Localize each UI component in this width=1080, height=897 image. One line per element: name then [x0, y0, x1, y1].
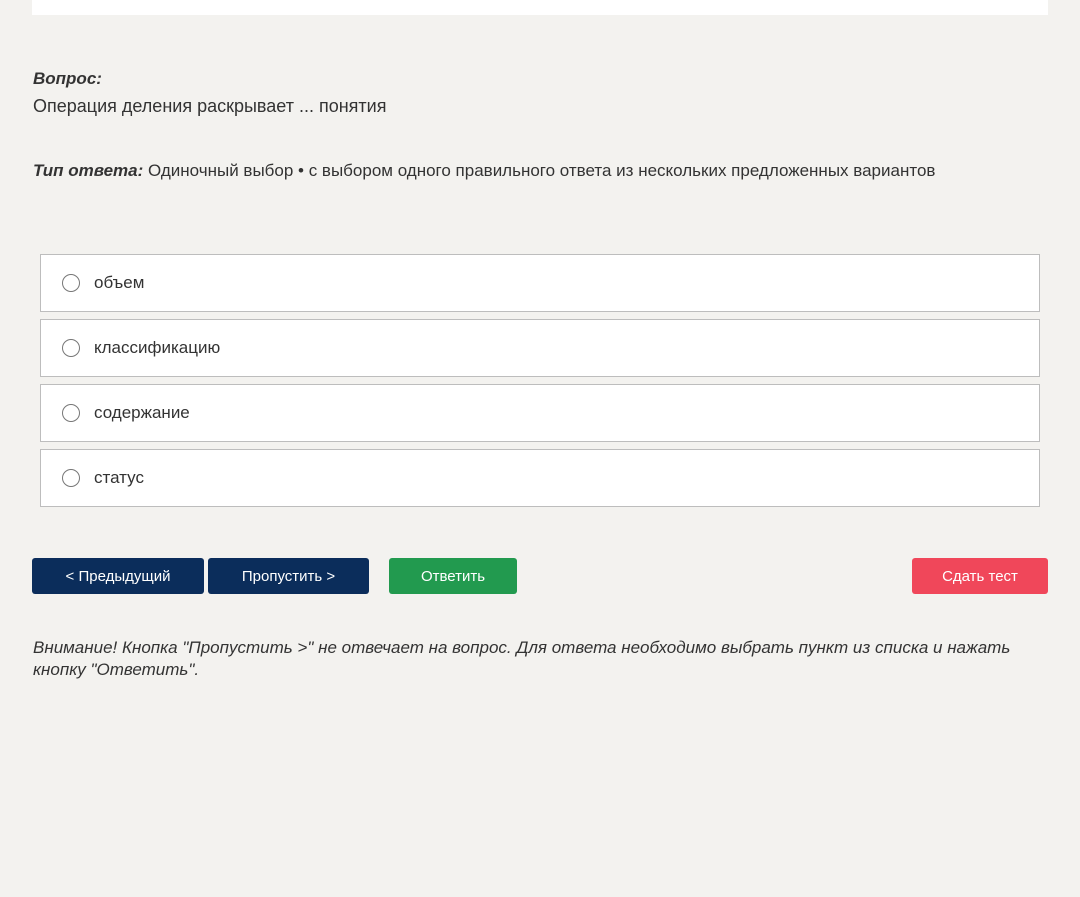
top-panel [32, 0, 1048, 15]
radio-button[interactable] [62, 404, 80, 422]
finish-test-button[interactable]: Сдать тест [912, 558, 1048, 594]
skip-notice: Внимание! Кнопка "Пропустить >" не отвеч… [33, 638, 1011, 679]
answer-option-label: статус [94, 468, 144, 487]
answer-option[interactable]: статус [40, 449, 1040, 507]
answer-options: объем классификацию содержание статус [40, 254, 1040, 514]
answer-type-value: Одиночный выбор • с выбором одного прави… [148, 161, 936, 180]
question-label: Вопрос: [33, 69, 102, 88]
previous-button[interactable]: < Предыдущий [32, 558, 204, 594]
answer-option[interactable]: классификацию [40, 319, 1040, 377]
question-text: Операция деления раскрывает ... понятия [33, 96, 387, 116]
test-page: Вопрос: Операция деления раскрывает ... … [0, 0, 1080, 897]
radio-button[interactable] [62, 339, 80, 357]
radio-button[interactable] [62, 274, 80, 292]
answer-button[interactable]: Ответить [389, 558, 517, 594]
answer-option-label: классификацию [94, 338, 221, 357]
answer-type: Тип ответа: Одиночный выбор • с выбором … [33, 161, 935, 181]
answer-option[interactable]: содержание [40, 384, 1040, 442]
answer-option[interactable]: объем [40, 254, 1040, 312]
answer-option-label: содержание [94, 403, 190, 422]
skip-button[interactable]: Пропустить > [208, 558, 369, 594]
answer-option-label: объем [94, 273, 145, 292]
answer-type-label: Тип ответа: [33, 161, 144, 180]
radio-button[interactable] [62, 469, 80, 487]
